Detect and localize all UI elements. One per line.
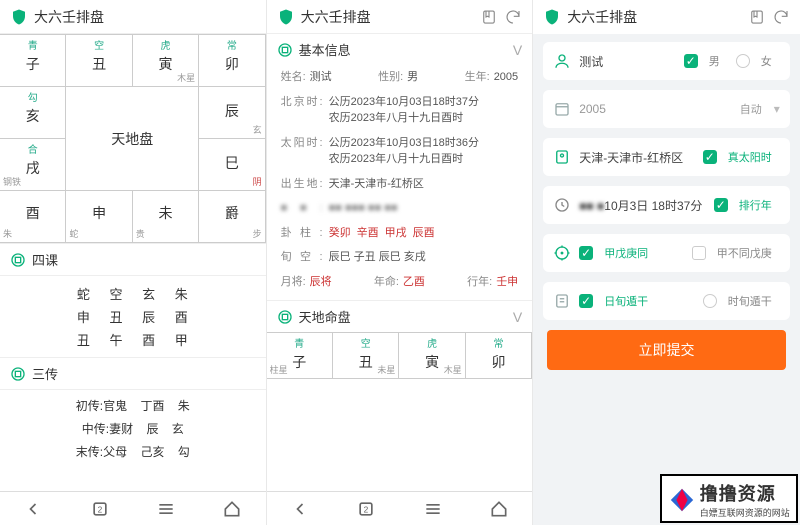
info-birth-row: 出生地:天津-天津市-红桥区 — [267, 172, 533, 197]
chevron-down-icon: V — [513, 42, 522, 58]
sanchuan-rows: 初传: 官鬼 丁酉 朱 中传: 妻财 辰 玄 末传: 父母 己亥 勾 — [0, 390, 266, 463]
grid-cell[interactable]: 申蛇 — [66, 191, 132, 243]
topbar: 大六壬排盘 — [267, 0, 533, 34]
info-yue-row: 月将: 辰将 年命: 乙酉 行年: 壬申 — [267, 270, 533, 295]
truesun-check[interactable]: ✓ — [703, 150, 717, 164]
back-icon[interactable] — [290, 499, 310, 519]
calendar-icon — [553, 100, 571, 118]
info-xun-row: 旬空:辰巳 子丑 辰巳 亥戌 — [267, 245, 533, 270]
svg-text:2: 2 — [364, 504, 369, 514]
app-title: 大六壬排盘 — [567, 7, 742, 27]
grid-cell[interactable]: 勾亥 — [0, 87, 66, 139]
info-sun-row: 太阳时: 公历2023年10月03日18时36分农历2023年八月十九日酉时 — [267, 131, 533, 172]
mini-grid: 青子柱星 空丑未星 虎寅木星 常卯 — [267, 332, 533, 379]
bookmark-icon[interactable] — [480, 8, 498, 26]
grid-cell[interactable]: 虎寅木星 — [399, 333, 465, 379]
jia2-check[interactable] — [692, 246, 706, 260]
plate-icon — [277, 309, 293, 325]
section-sike[interactable]: 四课 — [0, 243, 266, 276]
location-icon — [553, 148, 571, 166]
back-icon[interactable] — [23, 499, 43, 519]
shi-radio[interactable] — [703, 294, 717, 308]
grid-cell[interactable]: 常卯 — [199, 35, 265, 87]
grid-center: 天地盘 — [66, 87, 199, 191]
plate-icon — [10, 252, 26, 268]
home-icon[interactable] — [222, 499, 242, 519]
target-icon — [553, 244, 571, 262]
tabs-icon[interactable]: 2 — [356, 499, 376, 519]
bottom-nav: 2 — [267, 491, 533, 525]
grid-cell[interactable]: 酉朱 — [0, 191, 66, 243]
tabs-icon[interactable]: 2 — [90, 499, 110, 519]
sike-rows: 蛇 空 玄 朱 申 丑 辰 酉 丑 午 酉 甲 — [0, 276, 266, 357]
year-card[interactable]: 2005 自动 ▾ — [543, 90, 790, 128]
shield-icon — [543, 8, 561, 26]
grid-cell[interactable]: 辰玄 — [199, 87, 265, 139]
info-gua-row: 卦柱: 癸卯辛酉甲戌辰酉 — [267, 221, 533, 246]
section-sanchuan[interactable]: 三传 — [0, 357, 266, 390]
refresh-icon[interactable] — [504, 8, 522, 26]
shield-icon — [10, 8, 28, 26]
info-name-row: 姓名:测试 性别:男 生年:2005 — [267, 65, 533, 90]
grid-cell[interactable]: 青子 — [0, 35, 66, 87]
note-icon — [553, 292, 571, 310]
bookmark-icon[interactable] — [748, 8, 766, 26]
datetime-card[interactable]: ■■ ■10月3日 18时37分 ✓排行年 — [543, 186, 790, 224]
jia-check[interactable]: ✓ — [579, 246, 593, 260]
info-blur-row: ■■:■■ ■■■ ■■ ■■ — [267, 196, 533, 221]
app-title: 大六壬排盘 — [34, 7, 256, 27]
grid-cell[interactable]: 爵步 — [199, 191, 265, 243]
grid-cell[interactable]: 合戌钢铁 — [0, 139, 66, 191]
male-check[interactable]: ✓ — [684, 54, 698, 68]
section-basic-info[interactable]: 基本信息 V — [267, 34, 533, 65]
app-title: 大六壬排盘 — [301, 7, 475, 27]
grid-cell[interactable]: 青子柱星 — [267, 333, 333, 379]
shield-icon — [277, 8, 295, 26]
menu-icon[interactable] — [156, 499, 176, 519]
grid-cell[interactable]: 空丑未星 — [333, 333, 399, 379]
plate-icon — [10, 366, 26, 382]
topbar: 大六壬排盘 — [533, 0, 800, 34]
topbar: 大六壬排盘 — [0, 0, 266, 34]
name-card[interactable]: 测试 ✓男 女 — [543, 42, 790, 80]
tiandi-grid: 青子 空丑 虎寅木星 常卯 勾亥 天地盘 辰玄 合戌钢铁 巳阴 酉朱 申蛇 未贵… — [0, 34, 266, 243]
jia-card[interactable]: ✓甲戊庚同 甲不同戊庚 — [543, 234, 790, 272]
brand-logo-icon — [668, 486, 696, 514]
grid-cell[interactable]: 巳阴 — [199, 139, 265, 191]
svg-text:2: 2 — [97, 504, 102, 514]
ri-card[interactable]: ✓日旬遁干 时旬遁干 — [543, 282, 790, 320]
menu-icon[interactable] — [423, 499, 443, 519]
info-bj-row: 北京时: 公历2023年10月03日18时37分农历2023年八月十九日酉时 — [267, 90, 533, 131]
chevron-down-icon: V — [513, 309, 522, 325]
ri-check[interactable]: ✓ — [579, 294, 593, 308]
home-icon[interactable] — [489, 499, 509, 519]
grid-cell[interactable]: 未贵 — [133, 191, 199, 243]
rowyear-check[interactable]: ✓ — [714, 198, 728, 212]
female-radio[interactable] — [736, 54, 750, 68]
user-icon — [553, 52, 571, 70]
location-card[interactable]: 天津-天津市-红桥区 ✓真太阳时 — [543, 138, 790, 176]
submit-button[interactable]: 立即提交 — [547, 330, 786, 370]
clock-icon — [553, 196, 571, 214]
watermark: 撸撸资源 白嫖互联网资源的网站 — [660, 474, 798, 523]
bottom-nav: 2 — [0, 491, 266, 525]
grid-cell[interactable]: 空丑 — [66, 35, 132, 87]
plate-icon — [277, 42, 293, 58]
section-tiandi-pan[interactable]: 天地命盘 V — [267, 300, 533, 332]
refresh-icon[interactable] — [772, 8, 790, 26]
grid-cell[interactable]: 常卯 — [466, 333, 532, 379]
grid-cell[interactable]: 虎寅木星 — [133, 35, 199, 87]
chevron-down-icon: ▾ — [774, 102, 780, 116]
